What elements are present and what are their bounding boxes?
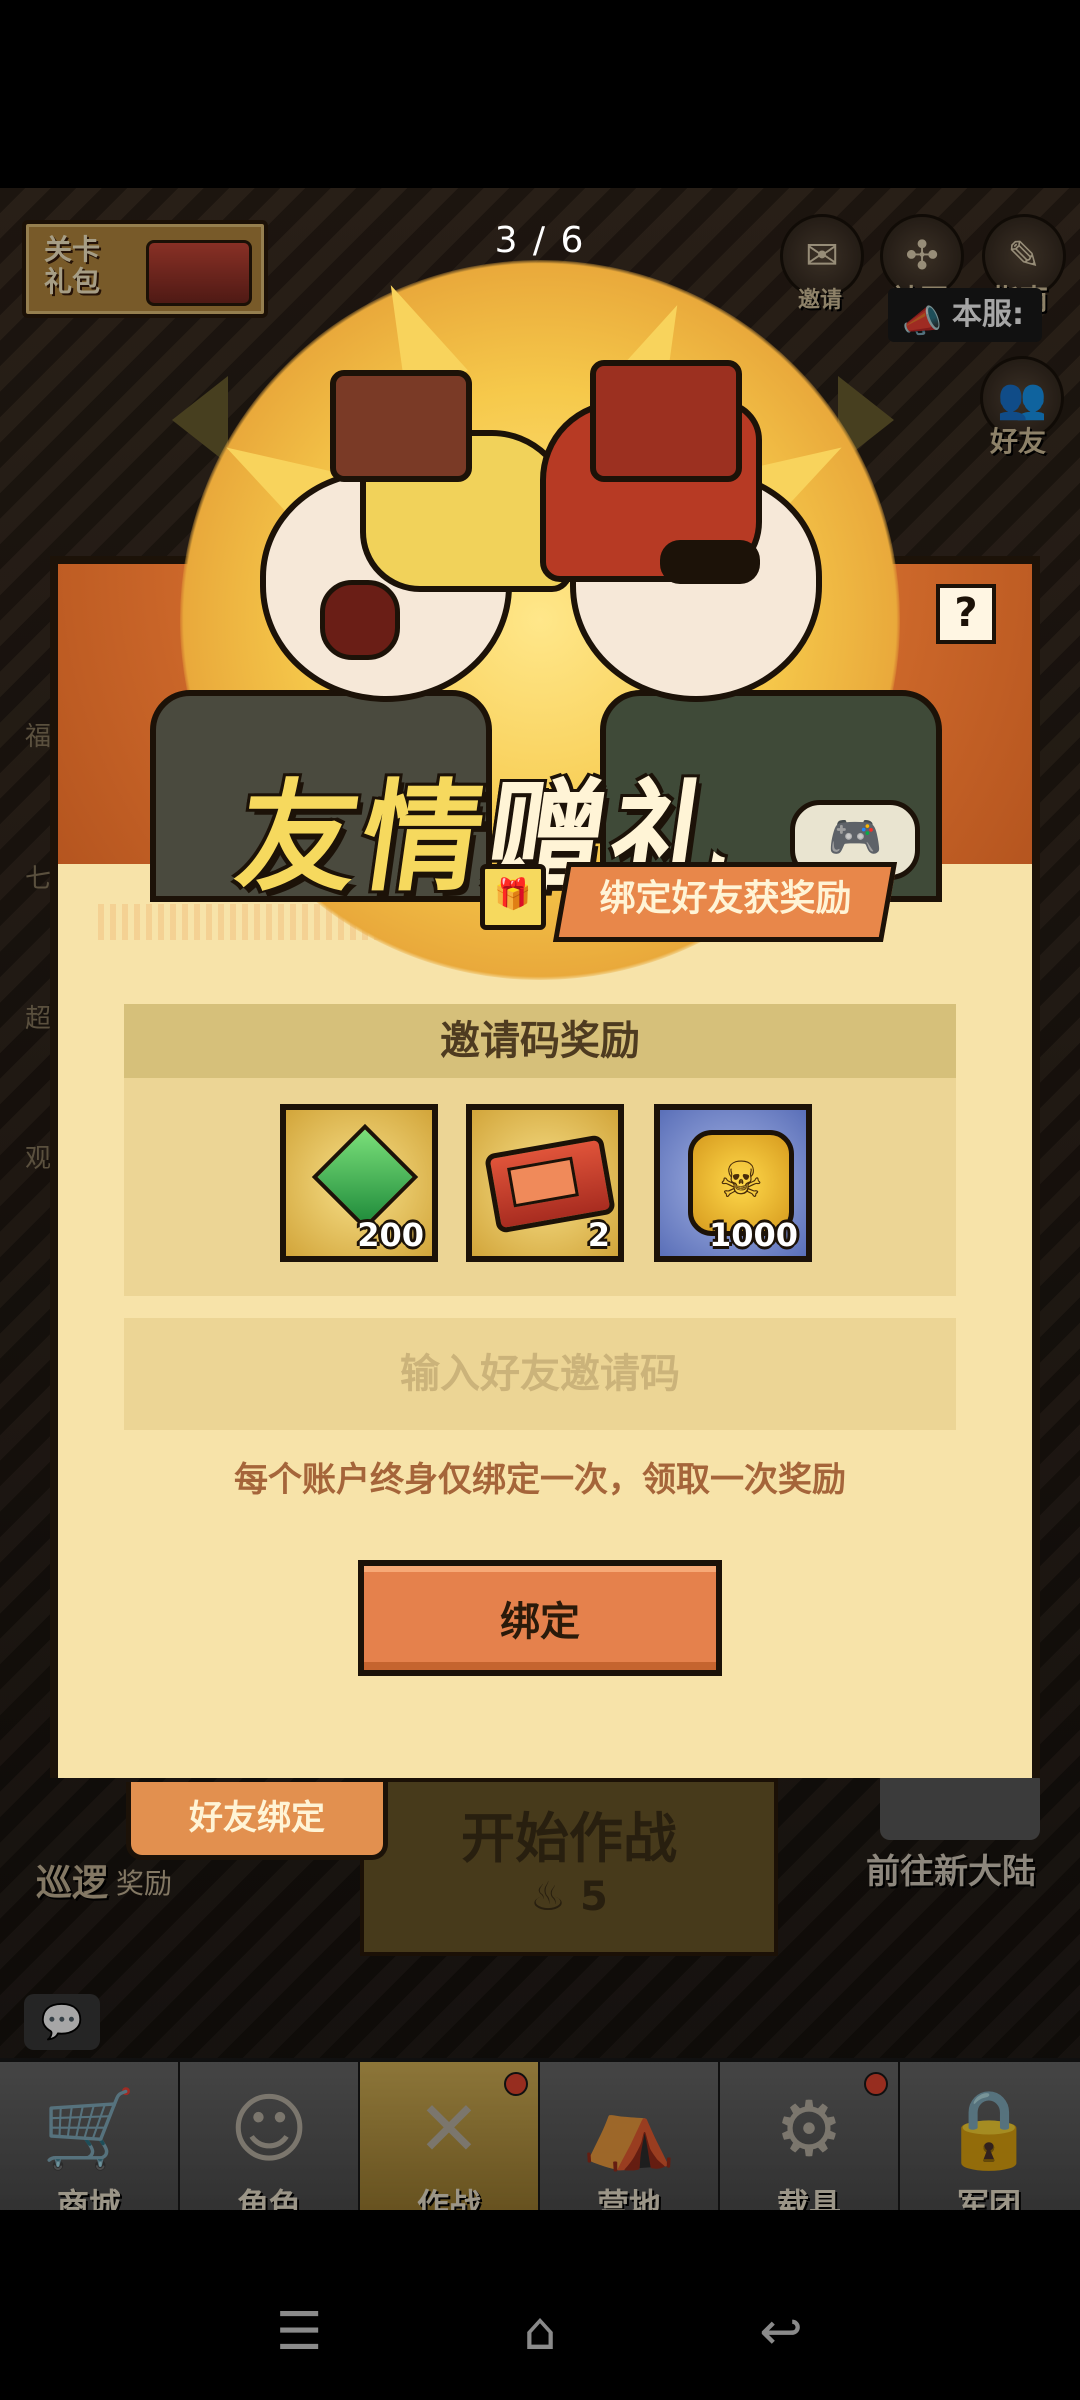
- dialog-subtitle-banner: 绑定好友获奖励: [552, 862, 898, 942]
- reward-item-skull-coin[interactable]: ☠ 1000: [654, 1104, 812, 1262]
- sunglasses-icon: [660, 540, 760, 584]
- dialog-subtitle: 绑定好友获奖励: [599, 878, 852, 919]
- bind-button[interactable]: 绑定: [358, 1560, 722, 1676]
- left-fist-icon: [330, 370, 472, 482]
- reward-quantity: 2: [587, 1216, 610, 1254]
- reward-quantity: 200: [357, 1216, 424, 1254]
- reward-quantity: 1000: [708, 1216, 798, 1254]
- gift-icon: 🎁: [480, 864, 546, 930]
- image-counter: 3 / 6: [494, 220, 586, 261]
- right-fist-icon: [590, 360, 742, 482]
- reward-item-gem[interactable]: 200: [280, 1104, 438, 1262]
- binding-note: 每个账户终身仅绑定一次，领取一次奖励: [234, 1460, 846, 1500]
- home-icon[interactable]: ⌂: [495, 2302, 585, 2362]
- gem-icon: [311, 1123, 419, 1231]
- back-icon[interactable]: ↩: [736, 2302, 826, 2362]
- reward-section-title: 邀请码奖励: [440, 1018, 640, 1064]
- tab-friend-binding[interactable]: 好友绑定: [126, 1782, 388, 1860]
- menu-icon[interactable]: ☰: [254, 2302, 344, 2362]
- help-button[interactable]: ?: [936, 584, 996, 644]
- dialog-title-part1: 友情: [228, 769, 497, 908]
- invite-code-input[interactable]: [124, 1318, 956, 1430]
- reward-item-ticket[interactable]: 2: [466, 1104, 624, 1262]
- left-character-mouth: [320, 580, 400, 660]
